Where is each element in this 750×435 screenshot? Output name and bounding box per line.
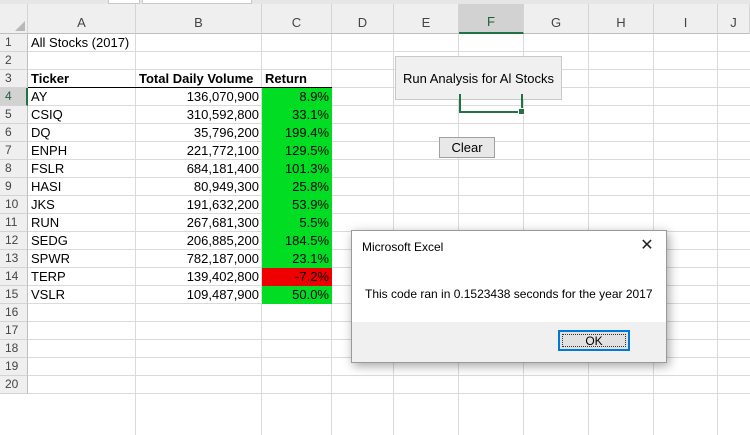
- focus-rect: [562, 334, 626, 347]
- volume-cell[interactable]: 80,949,300: [136, 178, 262, 196]
- select-all-corner[interactable]: [0, 4, 28, 34]
- column-header-f[interactable]: F: [459, 4, 524, 34]
- return-cell[interactable]: 23.1%: [262, 250, 332, 268]
- row-header-15[interactable]: 15: [0, 286, 28, 304]
- return-cell[interactable]: 8.9%: [262, 88, 332, 106]
- ticker-cell[interactable]: TERP: [28, 268, 136, 286]
- header-ticker[interactable]: Ticker: [28, 70, 136, 88]
- header-return[interactable]: Return: [262, 70, 332, 88]
- volume-cell[interactable]: 782,187,000: [136, 250, 262, 268]
- row-header-3[interactable]: 3: [0, 70, 28, 88]
- return-cell[interactable]: 33.1%: [262, 106, 332, 124]
- row-header-8[interactable]: 8: [0, 160, 28, 178]
- dialog-title: Microsoft Excel: [362, 240, 444, 254]
- row-header-7[interactable]: 7: [0, 142, 28, 160]
- column-header-c[interactable]: C: [262, 4, 332, 34]
- column-gridline: [717, 34, 718, 435]
- volume-cell[interactable]: 136,070,900: [136, 88, 262, 106]
- row-header-9[interactable]: 9: [0, 178, 28, 196]
- return-cell[interactable]: 199.4%: [262, 124, 332, 142]
- return-cell[interactable]: -7.2%: [262, 268, 332, 286]
- clear-button[interactable]: Clear: [439, 137, 495, 158]
- column-header-i[interactable]: I: [654, 4, 718, 34]
- row-header-19[interactable]: 19: [0, 358, 28, 376]
- row-header-11[interactable]: 11: [0, 214, 28, 232]
- volume-cell[interactable]: 267,681,300: [136, 214, 262, 232]
- column-header-d[interactable]: D: [332, 4, 394, 34]
- close-icon[interactable]: ✕: [636, 236, 658, 256]
- volume-cell[interactable]: 684,181,400: [136, 160, 262, 178]
- volume-cell[interactable]: 191,632,200: [136, 196, 262, 214]
- ticker-cell[interactable]: AY: [28, 88, 136, 106]
- row-header-4[interactable]: 4: [0, 88, 28, 106]
- select-all-icon: [15, 21, 25, 31]
- ticker-cell[interactable]: CSIQ: [28, 106, 136, 124]
- column-header-g[interactable]: G: [524, 4, 589, 34]
- row-header-14[interactable]: 14: [0, 268, 28, 286]
- volume-cell[interactable]: 206,885,200: [136, 232, 262, 250]
- volume-cell[interactable]: 310,592,800: [136, 106, 262, 124]
- row-header-6[interactable]: 6: [0, 124, 28, 142]
- fill-handle[interactable]: [518, 108, 525, 115]
- return-cell[interactable]: 5.5%: [262, 214, 332, 232]
- ticker-cell[interactable]: ENPH: [28, 142, 136, 160]
- ticker-cell[interactable]: SEDG: [28, 232, 136, 250]
- return-cell[interactable]: 50.0%: [262, 286, 332, 304]
- row-header-12[interactable]: 12: [0, 232, 28, 250]
- row-gridline: [28, 393, 750, 394]
- active-cell-selection: [459, 94, 525, 115]
- row-header-13[interactable]: 13: [0, 250, 28, 268]
- row-header-18[interactable]: 18: [0, 340, 28, 358]
- ticker-cell[interactable]: JKS: [28, 196, 136, 214]
- column-header-a[interactable]: A: [28, 4, 136, 34]
- volume-cell[interactable]: 221,772,100: [136, 142, 262, 160]
- return-cell[interactable]: 53.9%: [262, 196, 332, 214]
- column-header-h[interactable]: H: [589, 4, 654, 34]
- column-header-e[interactable]: E: [394, 4, 459, 34]
- column-header-j[interactable]: J: [718, 4, 750, 34]
- ticker-cell[interactable]: RUN: [28, 214, 136, 232]
- sheet-title-cell[interactable]: All Stocks (2017): [28, 34, 148, 52]
- volume-cell[interactable]: 109,487,900: [136, 286, 262, 304]
- row-header-10[interactable]: 10: [0, 196, 28, 214]
- row-header-17[interactable]: 17: [0, 322, 28, 340]
- return-cell[interactable]: 25.8%: [262, 178, 332, 196]
- message-box: Microsoft Excel ✕ This code ran in 0.152…: [351, 230, 667, 363]
- volume-cell[interactable]: 35,796,200: [136, 124, 262, 142]
- ticker-cell[interactable]: HASI: [28, 178, 136, 196]
- row-header-2[interactable]: 2: [0, 52, 28, 70]
- ticker-cell[interactable]: DQ: [28, 124, 136, 142]
- row-header-16[interactable]: 16: [0, 304, 28, 322]
- return-cell[interactable]: 129.5%: [262, 142, 332, 160]
- column-header-b[interactable]: B: [136, 4, 262, 34]
- row-header-20[interactable]: 20: [0, 376, 28, 394]
- volume-cell[interactable]: 139,402,800: [136, 268, 262, 286]
- dialog-footer: OK: [352, 322, 666, 362]
- ticker-cell[interactable]: VSLR: [28, 286, 136, 304]
- row-gridline: [28, 375, 750, 376]
- return-cell[interactable]: 184.5%: [262, 232, 332, 250]
- dialog-message: This code ran in 0.1523438 seconds for t…: [365, 287, 653, 301]
- row-header-5[interactable]: 5: [0, 106, 28, 124]
- ticker-cell[interactable]: FSLR: [28, 160, 136, 178]
- ticker-cell[interactable]: SPWR: [28, 250, 136, 268]
- return-cell[interactable]: 101.3%: [262, 160, 332, 178]
- ok-button[interactable]: OK: [558, 330, 630, 351]
- header-volume[interactable]: Total Daily Volume: [136, 70, 262, 88]
- row-header-1[interactable]: 1: [0, 34, 28, 52]
